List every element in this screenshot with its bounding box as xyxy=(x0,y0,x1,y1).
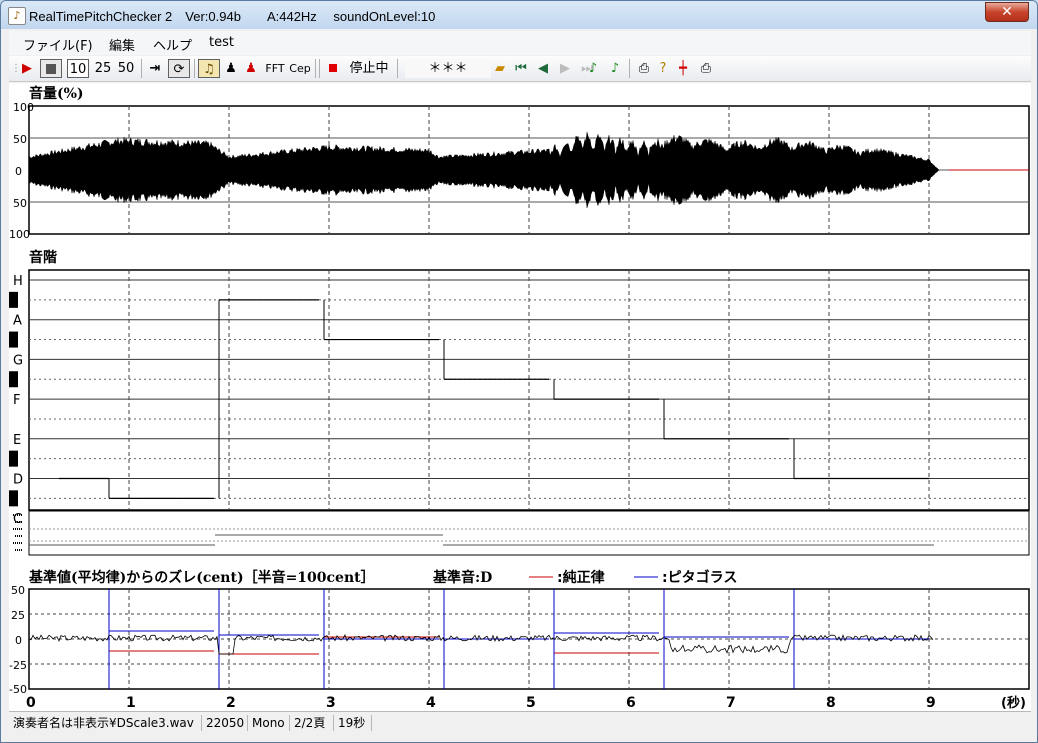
separator xyxy=(629,59,630,78)
note-icon[interactable]: ♪ xyxy=(585,59,601,78)
next-icon[interactable]: ▶ xyxy=(557,59,573,78)
legend-just-label: :純正律 xyxy=(557,569,605,586)
skip-first-icon[interactable]: ⏮ xyxy=(513,59,529,78)
person-icon[interactable]: ♟ xyxy=(223,59,239,78)
app-window: ♪ RealTimePitchChecker 2 Ver:0.94b A:442… xyxy=(0,0,1038,743)
note-label: A xyxy=(13,314,22,329)
play-icon[interactable]: ▶ xyxy=(19,59,35,78)
title-bar[interactable]: ♪ RealTimePitchChecker 2 Ver:0.94b A:442… xyxy=(1,1,1037,29)
status-bar: 演奏者名は非表示¥DScale3.wav 22050 Mono 2/2頁 19秒 xyxy=(9,711,1031,734)
menu-bar: ファイル(F) 編集 ヘルプ test xyxy=(9,31,1031,55)
volume-panel: 100 50 0 50 100 xyxy=(9,101,1030,241)
x-tick-label: 6 xyxy=(626,695,636,711)
note-label: H xyxy=(13,274,23,289)
prev-icon[interactable]: ◀ xyxy=(535,59,551,78)
print-icon[interactable]: ⎙ xyxy=(635,59,653,78)
violin-icon[interactable]: ♫ xyxy=(198,59,220,78)
volume-ytick: 50 xyxy=(13,197,27,210)
x-tick-label: 0 xyxy=(26,695,36,711)
deviation-ytick: -50 xyxy=(9,683,27,696)
record-stop-square xyxy=(329,64,337,72)
volume-ytick: 50 xyxy=(13,133,27,146)
x-tick-label: 5 xyxy=(526,695,536,711)
close-button[interactable]: ✕ xyxy=(985,2,1029,22)
note-label: G xyxy=(13,353,23,368)
separator xyxy=(315,59,316,78)
x-axis-unit: (秒) xyxy=(1001,695,1026,711)
piano-keyboard: HAGFEDC xyxy=(9,274,23,527)
chart-area: 音量(%) 音階 基準値(平均律)からのズレ(cent)［半音=100cent］… xyxy=(9,83,1031,711)
help-icon[interactable]: ? xyxy=(655,59,671,78)
jump-end-icon[interactable]: ⇥ xyxy=(146,59,164,78)
menu-file[interactable]: ファイル(F) xyxy=(23,35,93,54)
marker-icon[interactable]: ┿ xyxy=(675,59,691,78)
x-tick-label: 7 xyxy=(726,695,736,711)
x-tick-label: 4 xyxy=(426,695,436,711)
black-key xyxy=(9,450,18,467)
note-label: E xyxy=(13,433,21,448)
speed-10-button[interactable]: 10 xyxy=(67,59,89,78)
toolbar-grip: ⋮ xyxy=(11,63,21,74)
menu-help[interactable]: ヘルプ xyxy=(153,35,192,54)
toolbar: ⋮ ▶ 10 25 50 ⇥ ⟳ ♫ ♟ ♟ FFT Cep 停止中 ＊＊＊ ▰… xyxy=(9,56,1031,82)
note-label: F xyxy=(13,393,20,408)
x-tick-label: 3 xyxy=(326,695,336,711)
status-rate: 22050 xyxy=(201,715,244,731)
separator xyxy=(319,59,320,78)
separator xyxy=(141,59,142,78)
note-label: D xyxy=(13,473,23,488)
separator xyxy=(397,59,398,78)
volume-ytick: 100 xyxy=(13,101,34,114)
deviation-ytick: 25 xyxy=(11,609,25,622)
person-red-icon[interactable]: ♟ xyxy=(243,59,259,78)
deviation-ytick: 0 xyxy=(15,634,22,647)
deviation-ytick: -25 xyxy=(9,659,27,672)
separator xyxy=(194,59,195,78)
app-icon[interactable]: ♪ xyxy=(8,7,26,25)
status-label: 停止中 xyxy=(349,61,389,76)
overview-strip xyxy=(13,510,1030,556)
black-key xyxy=(9,490,18,507)
stop-button[interactable] xyxy=(40,59,62,78)
x-tick-label: 2 xyxy=(226,695,236,711)
record-stop-icon[interactable] xyxy=(325,59,341,78)
black-key xyxy=(9,291,18,308)
x-tick-label: 9 xyxy=(926,695,936,711)
menu-test[interactable]: test xyxy=(209,35,234,50)
print-setup-icon[interactable]: ⎙ xyxy=(697,59,715,78)
cep-button[interactable]: Cep xyxy=(289,59,311,78)
volume-ytick: 0 xyxy=(15,165,22,178)
black-key xyxy=(9,331,18,348)
scale-panel: HAGFEDC xyxy=(9,269,1030,527)
deviation-ytick: 50 xyxy=(11,584,25,597)
chart-svg: 100 50 0 50 100 HAGFEDC:純正律:ピタゴラス 50 2… xyxy=(9,101,1030,711)
folder-open-icon[interactable]: ▰ xyxy=(491,59,509,78)
x-tick-label: 8 xyxy=(826,695,836,711)
deviation-panel: :純正律 :ピタゴラス 50 25 0 -25 -50 xyxy=(9,569,1030,696)
note-alt-icon[interactable]: ♪ xyxy=(607,59,623,78)
pitch-display: ＊＊＊ xyxy=(405,59,491,78)
legend-pyth-label: :ピタゴラス xyxy=(662,569,737,586)
window-title: RealTimePitchChecker 2 Ver:0.94b A:442Hz… xyxy=(29,9,436,24)
status-length: 19秒 xyxy=(333,715,373,731)
speed-25-button[interactable]: 25 xyxy=(93,59,113,78)
volume-ytick: 100 xyxy=(9,228,30,241)
black-key xyxy=(9,371,18,388)
menu-edit[interactable]: 編集 xyxy=(109,35,135,54)
x-axis: (秒) 0 1 2 3 4 5 6 7 8 9 xyxy=(26,695,1026,711)
speed-50-button[interactable]: 50 xyxy=(116,59,136,78)
status-page: 2/2頁 xyxy=(289,715,325,731)
status-channel: Mono xyxy=(247,715,285,731)
stop-icon xyxy=(46,64,56,74)
x-tick-label: 1 xyxy=(126,695,136,711)
loop-icon[interactable]: ⟳ xyxy=(168,59,190,78)
status-file: 演奏者名は非表示¥DScale3.wav xyxy=(13,716,194,730)
fft-button[interactable]: FFT xyxy=(264,59,286,78)
